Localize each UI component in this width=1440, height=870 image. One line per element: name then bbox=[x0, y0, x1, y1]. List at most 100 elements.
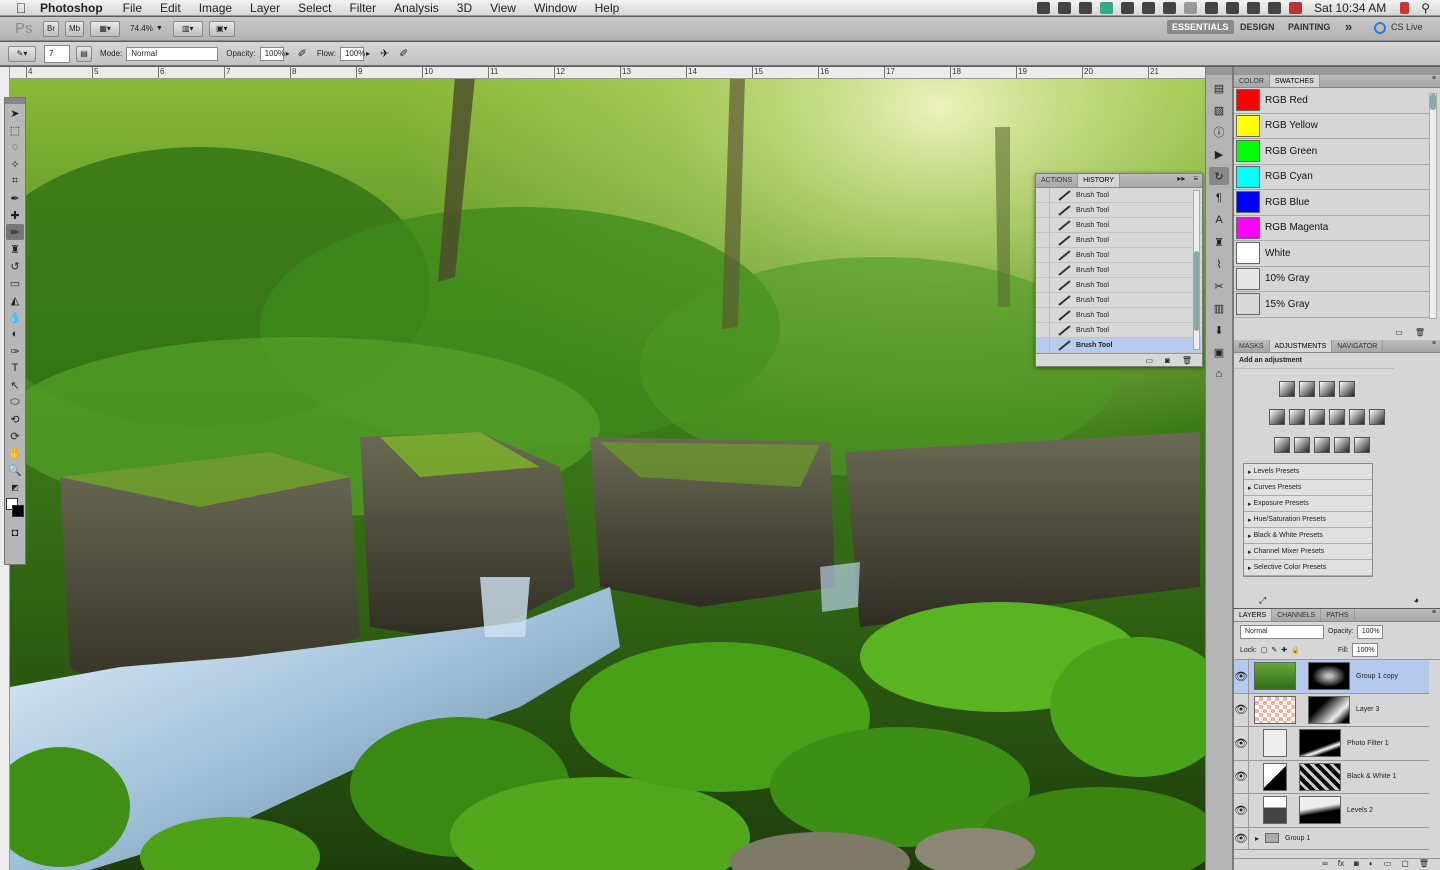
fill-field[interactable]: 100% bbox=[1351, 643, 1378, 657]
layer-row[interactable]: 👁 Layer 3 bbox=[1234, 693, 1429, 727]
lock-all-icon[interactable]: 🔒 bbox=[1291, 646, 1300, 654]
spotlight-icon[interactable]: ⚲ bbox=[1421, 1, 1430, 15]
tab-adjustments[interactable]: ADJUSTMENTS bbox=[1269, 340, 1333, 352]
history-state-current[interactable]: Brush Tool bbox=[1036, 337, 1202, 353]
swatch-red[interactable]: RGB Red bbox=[1234, 88, 1429, 114]
panel-menu-icon[interactable]: ≡ bbox=[1428, 609, 1440, 621]
swatches-grip[interactable] bbox=[1234, 67, 1440, 75]
layer-style-icon[interactable]: fx bbox=[1338, 859, 1344, 870]
document-canvas[interactable] bbox=[0, 67, 1205, 870]
layer-row[interactable]: 👁 Levels 2 bbox=[1234, 793, 1429, 828]
eye-icon[interactable]: 👁 bbox=[1234, 760, 1249, 794]
menu-view[interactable]: View bbox=[490, 1, 516, 15]
preset-black-white[interactable]: ▸ Black & White Presets bbox=[1244, 528, 1372, 544]
flow-dropdown-icon[interactable]: ▸ bbox=[366, 49, 370, 58]
clip-layer-icon[interactable]: ◕ bbox=[1414, 595, 1419, 606]
new-adjustment-icon[interactable]: ◐ bbox=[1369, 859, 1374, 870]
measurement-log-icon[interactable]: ⌂ bbox=[1209, 365, 1229, 383]
clone-source-icon[interactable]: ♜ bbox=[1209, 233, 1229, 251]
workspace-essentials[interactable]: ESSENTIALS bbox=[1167, 20, 1234, 34]
lock-transparent-icon[interactable]: ▢ bbox=[1261, 646, 1268, 654]
battery-icon[interactable] bbox=[1400, 2, 1410, 14]
panel-menu-icon[interactable]: ≡ bbox=[1189, 174, 1202, 187]
preset-selective-color[interactable]: ▸ Selective Color Presets bbox=[1244, 560, 1372, 576]
collapse-icon[interactable]: ▸▸ bbox=[1173, 174, 1189, 187]
3d-icon[interactable]: ⬇ bbox=[1209, 321, 1229, 339]
3d-rotate-tool-icon[interactable]: ⟲ bbox=[6, 411, 24, 427]
quick-select-tool-icon[interactable]: ✧ bbox=[6, 156, 24, 172]
menu-help[interactable]: Help bbox=[595, 1, 620, 15]
screen-record-icon[interactable] bbox=[1037, 2, 1051, 14]
layer-opacity-field[interactable]: 100% bbox=[1356, 624, 1383, 639]
swatch-blue[interactable]: RGB Blue bbox=[1234, 190, 1429, 216]
menu-3d[interactable]: 3D bbox=[457, 1, 472, 15]
new-group-icon[interactable]: ▭ bbox=[1384, 859, 1392, 870]
history-state[interactable]: Brush Tool bbox=[1036, 307, 1202, 323]
layer-row[interactable]: 👁 Photo Filter 1 bbox=[1234, 726, 1429, 761]
bridge-button[interactable]: Br bbox=[43, 20, 59, 37]
type-tool-icon[interactable]: T bbox=[6, 360, 24, 376]
brightness-contrast-icon[interactable] bbox=[1279, 381, 1295, 397]
screen-mode-button[interactable]: ▣▾ bbox=[208, 20, 235, 37]
hand-tool-icon[interactable]: ✋ bbox=[6, 445, 24, 461]
info-icon[interactable]: ⓘ bbox=[1209, 123, 1229, 141]
layer-row[interactable]: 👁 Black & White 1 bbox=[1234, 760, 1429, 794]
panel-menu-icon[interactable]: ≡ bbox=[1428, 75, 1440, 87]
clock[interactable]: Sat 10:34 AM bbox=[1314, 1, 1386, 15]
menu-analysis[interactable]: Analysis bbox=[394, 1, 439, 15]
path-selection-tool-icon[interactable]: ↖ bbox=[6, 377, 24, 393]
cs-live-button[interactable]: CS Live bbox=[1391, 22, 1423, 32]
levels-icon[interactable] bbox=[1299, 381, 1315, 397]
menu-file[interactable]: File bbox=[123, 1, 142, 15]
airbrush-icon[interactable]: ✈ bbox=[380, 47, 389, 60]
layer-name[interactable]: Black & White 1 bbox=[1347, 773, 1396, 780]
horizontal-ruler[interactable]: 4 5 6 7 8 9 10 11 12 13 14 15 16 17 18 1… bbox=[10, 67, 1205, 79]
swatch-15-gray[interactable]: 15% Gray bbox=[1234, 292, 1429, 318]
blur-tool-icon[interactable]: 💧 bbox=[6, 309, 24, 325]
menu-window[interactable]: Window bbox=[534, 1, 577, 15]
menu-layer[interactable]: Layer bbox=[250, 1, 280, 15]
brush-panel-toggle[interactable]: ▤ bbox=[76, 45, 92, 62]
apple-icon[interactable]:  bbox=[10, 0, 32, 16]
bolt-icon[interactable] bbox=[1205, 2, 1219, 14]
layer-row[interactable]: 👁 Group 1 copy bbox=[1234, 659, 1429, 694]
blend-mode-select[interactable]: Normal bbox=[1240, 624, 1324, 639]
posterize-icon[interactable] bbox=[1294, 437, 1310, 453]
tab-history[interactable]: HISTORY bbox=[1078, 174, 1120, 187]
layer-name[interactable]: Levels 2 bbox=[1347, 807, 1373, 814]
history-state[interactable]: Brush Tool bbox=[1036, 188, 1202, 203]
healing-brush-tool-icon[interactable]: ✚ bbox=[6, 207, 24, 223]
tab-actions[interactable]: ACTIONS bbox=[1036, 174, 1079, 187]
pressure-size-icon[interactable]: ✐ bbox=[399, 47, 408, 60]
workspace-more[interactable]: » bbox=[1345, 19, 1352, 34]
app-menu[interactable]: Photoshop bbox=[40, 1, 103, 15]
panel-menu-icon[interactable]: ≡ bbox=[1428, 340, 1440, 352]
trash-icon[interactable]: 🗑 bbox=[1419, 859, 1429, 870]
history-state[interactable]: Brush Tool bbox=[1036, 262, 1202, 278]
sync-icon[interactable] bbox=[1100, 2, 1114, 14]
curves-icon[interactable] bbox=[1319, 381, 1335, 397]
history-brush-tool-icon[interactable]: ↺ bbox=[6, 258, 24, 274]
history-scroll-thumb[interactable] bbox=[1194, 251, 1199, 331]
eyedropper-tool-icon[interactable]: ✒ bbox=[6, 190, 24, 206]
workspace-design[interactable]: DESIGN bbox=[1240, 22, 1275, 32]
hue-saturation-icon[interactable] bbox=[1289, 409, 1305, 425]
expanded-view-icon[interactable]: ⤢ bbox=[1259, 595, 1266, 606]
workspace-painting[interactable]: PAINTING bbox=[1288, 22, 1330, 32]
link-layers-icon[interactable]: ∞ bbox=[1322, 859, 1328, 870]
tab-navigator[interactable]: NAVIGATOR bbox=[1332, 340, 1384, 352]
channel-mixer-icon[interactable] bbox=[1369, 409, 1385, 425]
3d-camera-tool-icon[interactable]: ⟳ bbox=[6, 428, 24, 444]
color-balance-icon[interactable] bbox=[1309, 409, 1325, 425]
mini-bridge-button[interactable]: Mb bbox=[65, 20, 85, 37]
paint-bucket-tool-icon[interactable]: ◭ bbox=[6, 292, 24, 308]
mini-bridge-icon[interactable]: ▤ bbox=[1209, 79, 1229, 97]
move-tool-icon[interactable]: ➤ bbox=[6, 105, 24, 121]
opacity-field[interactable]: 100% bbox=[259, 46, 285, 61]
notes-icon[interactable]: ▣ bbox=[1209, 343, 1229, 361]
eye-icon[interactable]: 👁 bbox=[1234, 726, 1249, 760]
history-state[interactable]: Brush Tool bbox=[1036, 292, 1202, 308]
background-color[interactable] bbox=[12, 505, 24, 517]
swatch-cyan[interactable]: RGB Cyan bbox=[1234, 165, 1429, 190]
history-state[interactable]: Brush Tool bbox=[1036, 217, 1202, 233]
